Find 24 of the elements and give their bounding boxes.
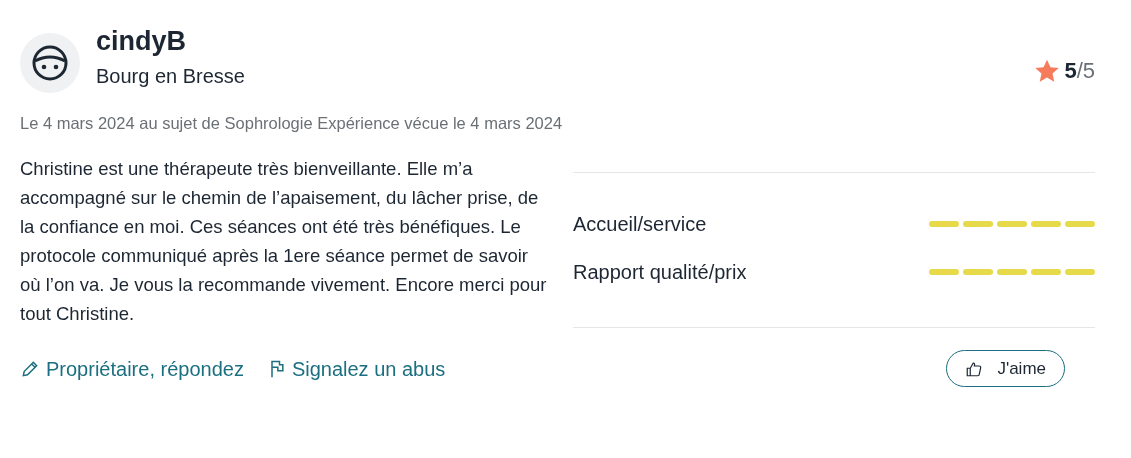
rating-segment	[997, 220, 1027, 227]
rating-segment	[963, 268, 993, 275]
author-name: cindyB	[96, 25, 188, 58]
criterion-label: Rapport qualité/prix	[573, 259, 747, 285]
rating-segment	[1031, 268, 1061, 275]
review-text: Christine est une thérapeute très bienveillante. Elle m’a accompagné sur le chemin de l’apaisement, du lâcher prise, de la confiance en moi. Ces séances ont été très bénéfiques. Le protocole communiqué après la 1ere séance permet de savoir où l’on va. Je vous la recommande vivement. Encore merci pour tout Christine.	[20, 156, 548, 326]
like-button[interactable]: J'aime	[946, 349, 1065, 388]
author-location: Bourg en Bresse	[96, 64, 245, 90]
rating-segment	[1065, 268, 1095, 275]
review-meta: Le 4 mars 2024 au sujet de Sophrologie Expérience vécue le 4 mars 2024	[20, 113, 564, 134]
thumbs-up-icon	[965, 359, 984, 378]
report-link[interactable]: Signalez un abus	[267, 353, 446, 384]
rating-score: 5	[1064, 58, 1077, 83]
rating-segment	[929, 220, 959, 227]
rating-segment	[929, 268, 959, 275]
rating-segment	[963, 220, 993, 227]
rating-max: /5	[1076, 58, 1095, 83]
rating-segment	[1031, 220, 1061, 227]
rating-segment	[997, 268, 1027, 275]
criterion-label: Accueil/service	[573, 211, 707, 237]
reply-link[interactable]: Propriétaire, répondez	[20, 353, 244, 384]
face-icon	[30, 43, 70, 83]
rating-segment	[1065, 220, 1095, 227]
pencil-icon	[20, 358, 40, 379]
